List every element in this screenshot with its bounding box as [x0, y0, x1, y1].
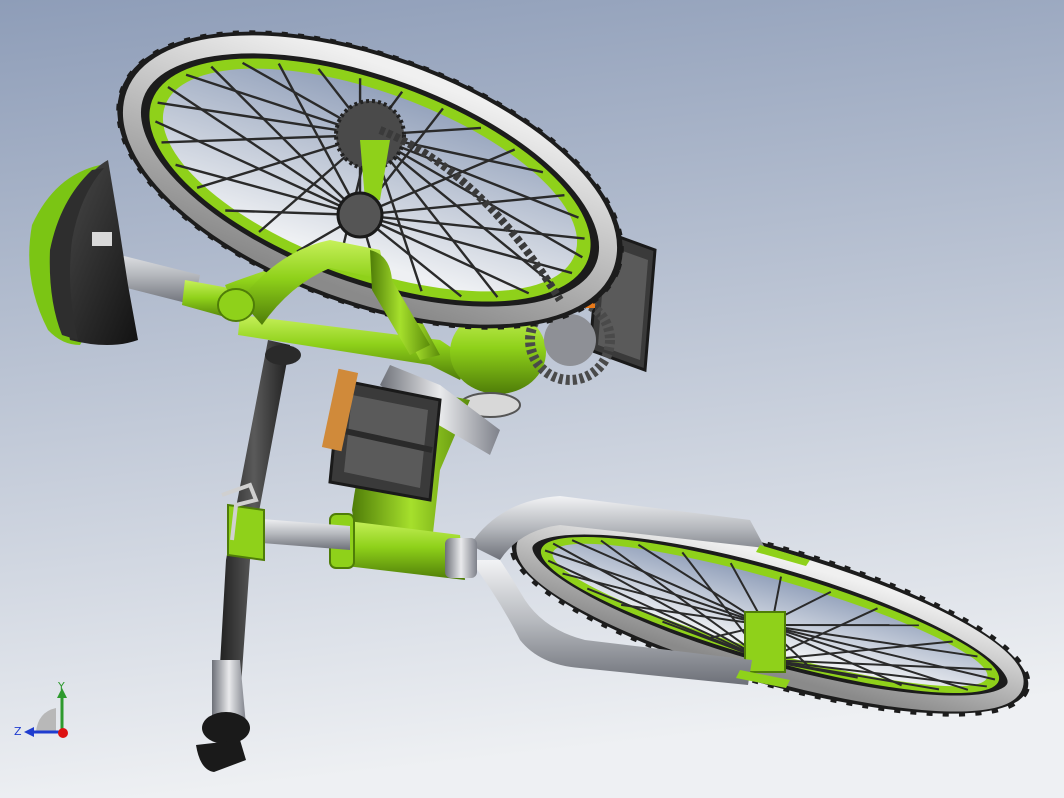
bicycle-3d-model-view[interactable]: Y Z — [0, 0, 1064, 798]
z-axis-label: Z — [14, 725, 22, 738]
graphics-viewport[interactable]: Y Z — [0, 0, 1064, 798]
x-axis-dot-icon — [58, 728, 68, 738]
y-axis-label: Y — [57, 680, 65, 693]
